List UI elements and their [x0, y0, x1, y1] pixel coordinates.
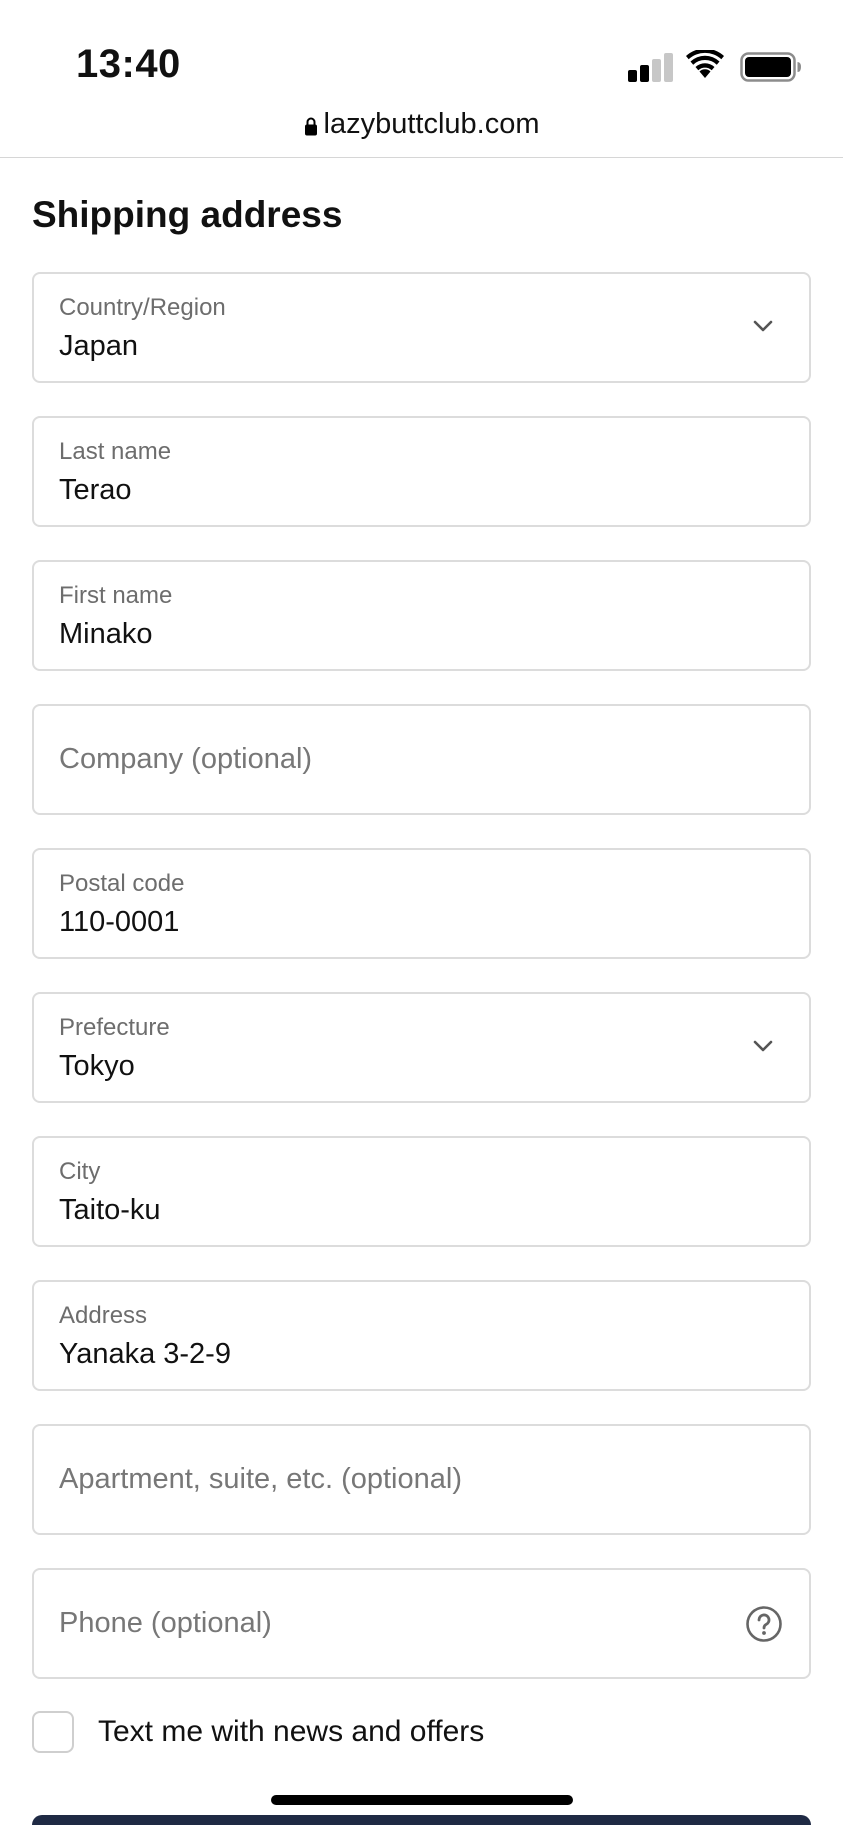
country-region-value: Japan — [59, 330, 139, 362]
cellular-signal-icon — [628, 52, 674, 82]
first-name-value: Minako — [59, 618, 153, 650]
prefecture-label: Prefecture — [59, 1014, 170, 1041]
city-field[interactable]: City Taito-ku — [32, 1136, 811, 1247]
postal-code-label: Postal code — [59, 870, 185, 897]
country-region-select[interactable]: Country/Region Japan — [32, 272, 811, 383]
checkout-page: 13:40 lazybuttclub.com Shipping address — [0, 0, 843, 1825]
first-name-label: First name — [59, 582, 173, 609]
marketing-checkbox[interactable] — [32, 1711, 74, 1753]
shipping-address-title: Shipping address — [32, 194, 343, 235]
question-circle-icon[interactable] — [745, 1605, 783, 1643]
browser-url-bar[interactable]: lazybuttclub.com — [0, 100, 843, 158]
first-name-field[interactable]: First name Minako — [32, 560, 811, 671]
chevron-down-icon — [753, 1040, 773, 1052]
marketing-opt-in-row[interactable]: Text me with news and offers — [32, 1710, 484, 1754]
home-indicator[interactable] — [271, 1795, 573, 1805]
continue-button[interactable] — [32, 1815, 811, 1825]
address-value: Yanaka 3-2-9 — [59, 1338, 231, 1370]
prefecture-select[interactable]: Prefecture Tokyo — [32, 992, 811, 1103]
postal-code-value: 110-0001 — [59, 906, 180, 938]
battery-icon — [740, 52, 801, 82]
address-field[interactable]: Address Yanaka 3-2-9 — [32, 1280, 811, 1391]
last-name-field[interactable]: Last name Terao — [32, 416, 811, 527]
last-name-label: Last name — [59, 438, 172, 465]
lock-icon — [304, 117, 317, 135]
wifi-icon — [686, 50, 724, 78]
apartment-field[interactable]: Apartment, suite, etc. (optional) — [32, 1424, 811, 1535]
chevron-down-icon — [753, 320, 773, 332]
company-field[interactable]: Company (optional) — [32, 704, 811, 815]
postal-code-field[interactable]: Postal code 110-0001 — [32, 848, 811, 959]
url-text: lazybuttclub.com — [323, 108, 540, 140]
apartment-placeholder: Apartment, suite, etc. (optional) — [59, 1463, 462, 1495]
address-label: Address — [59, 1302, 148, 1329]
country-region-label: Country/Region — [59, 294, 226, 321]
marketing-checkbox-label: Text me with news and offers — [98, 1715, 485, 1748]
last-name-value: Terao — [59, 474, 132, 506]
status-bar: 13:40 — [0, 0, 843, 100]
status-time: 13:40 — [76, 42, 181, 86]
phone-field[interactable]: Phone (optional) — [32, 1568, 811, 1679]
prefecture-value: Tokyo — [59, 1050, 135, 1082]
phone-placeholder: Phone (optional) — [59, 1607, 272, 1639]
city-value: Taito-ku — [59, 1194, 161, 1226]
city-label: City — [59, 1158, 101, 1185]
company-placeholder: Company (optional) — [59, 743, 313, 775]
